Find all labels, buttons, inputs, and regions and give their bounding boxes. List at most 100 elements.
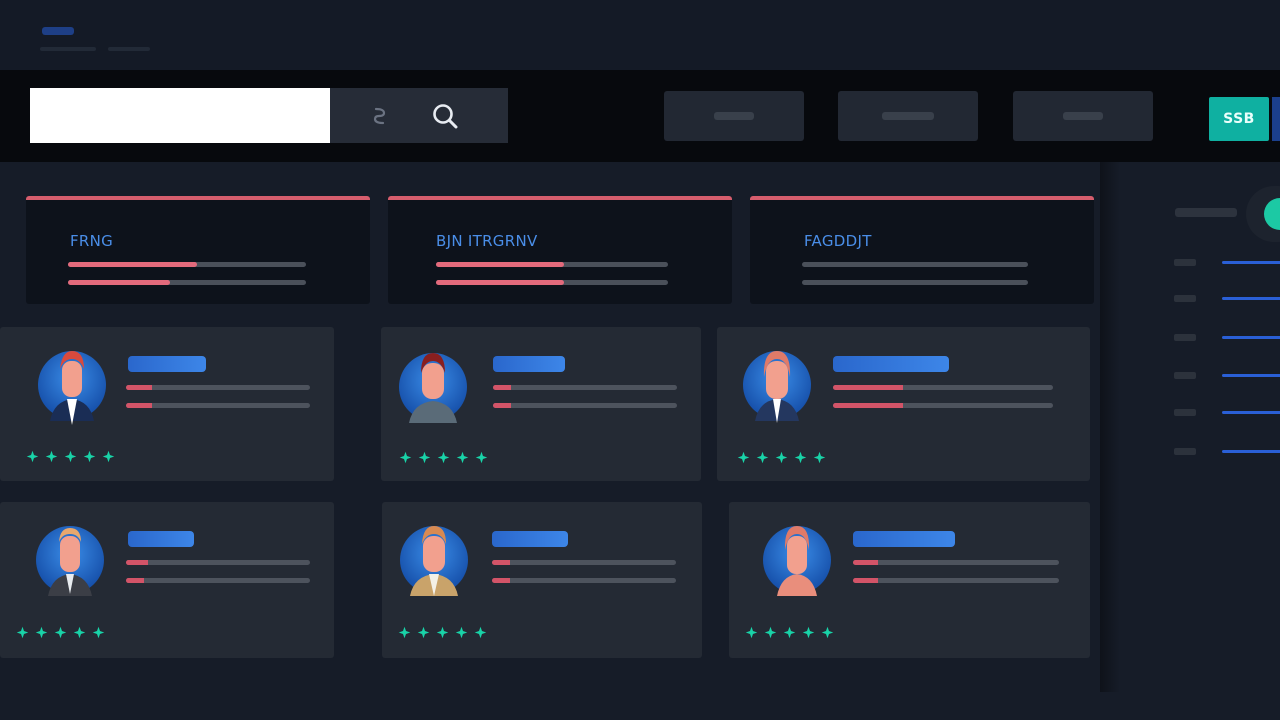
star-icon bbox=[83, 450, 96, 463]
summary-panel-2[interactable]: BJN ITRGRNV bbox=[388, 196, 732, 304]
accent-button[interactable]: SSB bbox=[1209, 97, 1269, 141]
brand-logo[interactable] bbox=[42, 27, 74, 35]
summary-progress-bar bbox=[68, 280, 306, 285]
profile-detail-line bbox=[493, 403, 677, 408]
side-list-row[interactable] bbox=[1174, 406, 1280, 420]
star-rating bbox=[16, 626, 105, 639]
profile-detail-fill bbox=[853, 578, 878, 583]
side-list-row[interactable] bbox=[1174, 292, 1280, 306]
brand-subtitle-placeholder bbox=[40, 47, 96, 51]
side-row-value-bar bbox=[1222, 297, 1280, 300]
profile-detail-line bbox=[853, 578, 1059, 583]
brand-subtitle-placeholder bbox=[108, 47, 150, 51]
profile-name-placeholder bbox=[128, 356, 206, 372]
filter-icon[interactable] bbox=[372, 106, 390, 126]
profile-detail-fill bbox=[853, 560, 878, 565]
side-row-value-bar bbox=[1222, 336, 1280, 339]
summary-progress-bar bbox=[68, 262, 306, 267]
star-rating bbox=[737, 451, 826, 464]
star-icon bbox=[775, 451, 788, 464]
avatar-icon bbox=[743, 351, 811, 423]
side-list-row[interactable] bbox=[1174, 331, 1280, 345]
profile-detail-line bbox=[126, 403, 310, 408]
toolbar-button-3[interactable] bbox=[1013, 91, 1153, 141]
profile-detail-fill bbox=[126, 578, 145, 583]
profile-detail-line bbox=[126, 560, 310, 565]
profile-card[interactable] bbox=[382, 502, 702, 658]
profile-detail-fill bbox=[126, 560, 149, 565]
star-icon bbox=[102, 450, 115, 463]
button-label-placeholder bbox=[1063, 112, 1103, 120]
toolbar-button-1[interactable] bbox=[664, 91, 804, 141]
summary-panel-1[interactable]: FRNG bbox=[26, 196, 370, 304]
side-list-row[interactable] bbox=[1174, 445, 1280, 459]
toolbar-button-2[interactable] bbox=[838, 91, 978, 141]
avatar-icon bbox=[399, 353, 467, 423]
star-icon bbox=[475, 451, 488, 464]
summary-progress-bar bbox=[436, 262, 668, 267]
panel-shadow bbox=[1100, 162, 1120, 692]
summary-progress-fill bbox=[68, 280, 171, 285]
profile-detail-fill bbox=[493, 403, 512, 408]
profile-detail-line bbox=[833, 385, 1053, 390]
profile-card[interactable] bbox=[0, 502, 334, 658]
profile-card[interactable] bbox=[381, 327, 701, 481]
profile-name-placeholder bbox=[128, 531, 194, 547]
star-rating bbox=[745, 626, 834, 639]
top-strip bbox=[0, 0, 1280, 70]
search-input[interactable] bbox=[30, 88, 330, 143]
avatar-icon bbox=[763, 526, 831, 596]
star-icon bbox=[92, 626, 105, 639]
star-icon bbox=[794, 451, 807, 464]
profile-detail-line bbox=[126, 385, 310, 390]
summary-progress-fill bbox=[436, 262, 564, 267]
profile-name-placeholder bbox=[493, 356, 565, 372]
profile-detail-line bbox=[126, 578, 310, 583]
profile-card[interactable] bbox=[729, 502, 1090, 658]
profile-detail-line bbox=[853, 560, 1059, 565]
star-icon bbox=[455, 626, 468, 639]
star-icon bbox=[398, 626, 411, 639]
avatar-icon bbox=[400, 526, 468, 596]
summary-panel-3[interactable]: FAGDDJT bbox=[750, 196, 1094, 304]
summary-title: FAGDDJT bbox=[804, 232, 872, 250]
profile-detail-line bbox=[833, 403, 1053, 408]
star-icon bbox=[64, 450, 77, 463]
star-icon bbox=[737, 451, 750, 464]
profile-detail-fill bbox=[492, 578, 511, 583]
search-icon[interactable] bbox=[430, 101, 460, 131]
star-icon bbox=[756, 451, 769, 464]
profile-detail-fill bbox=[492, 560, 511, 565]
star-icon bbox=[417, 626, 430, 639]
star-icon bbox=[474, 626, 487, 639]
profile-detail-fill bbox=[126, 385, 152, 390]
summary-title: BJN ITRGRNV bbox=[436, 232, 538, 250]
side-row-label bbox=[1174, 295, 1196, 302]
profile-detail-line bbox=[492, 578, 676, 583]
summary-progress-fill bbox=[68, 262, 197, 267]
side-list-row[interactable] bbox=[1174, 369, 1280, 383]
button-label-placeholder bbox=[882, 112, 934, 120]
star-icon bbox=[399, 451, 412, 464]
star-rating bbox=[26, 450, 115, 463]
toggle-knob bbox=[1264, 198, 1280, 230]
star-icon bbox=[437, 451, 450, 464]
profile-card[interactable] bbox=[0, 327, 334, 481]
profile-card[interactable] bbox=[717, 327, 1090, 481]
star-icon bbox=[813, 451, 826, 464]
side-panel-label bbox=[1175, 208, 1237, 217]
star-rating bbox=[399, 451, 488, 464]
side-row-value-bar bbox=[1222, 450, 1280, 453]
summary-progress-fill bbox=[436, 280, 564, 285]
star-icon bbox=[35, 626, 48, 639]
side-list-row[interactable] bbox=[1174, 256, 1280, 270]
star-icon bbox=[418, 451, 431, 464]
profile-detail-line bbox=[492, 560, 676, 565]
toggle-switch[interactable] bbox=[1246, 186, 1280, 242]
profile-name-placeholder bbox=[853, 531, 955, 547]
star-icon bbox=[54, 626, 67, 639]
avatar-icon bbox=[36, 526, 104, 596]
summary-progress-bar bbox=[802, 280, 1028, 285]
profile-detail-fill bbox=[833, 385, 904, 390]
button-label-placeholder bbox=[714, 112, 754, 120]
